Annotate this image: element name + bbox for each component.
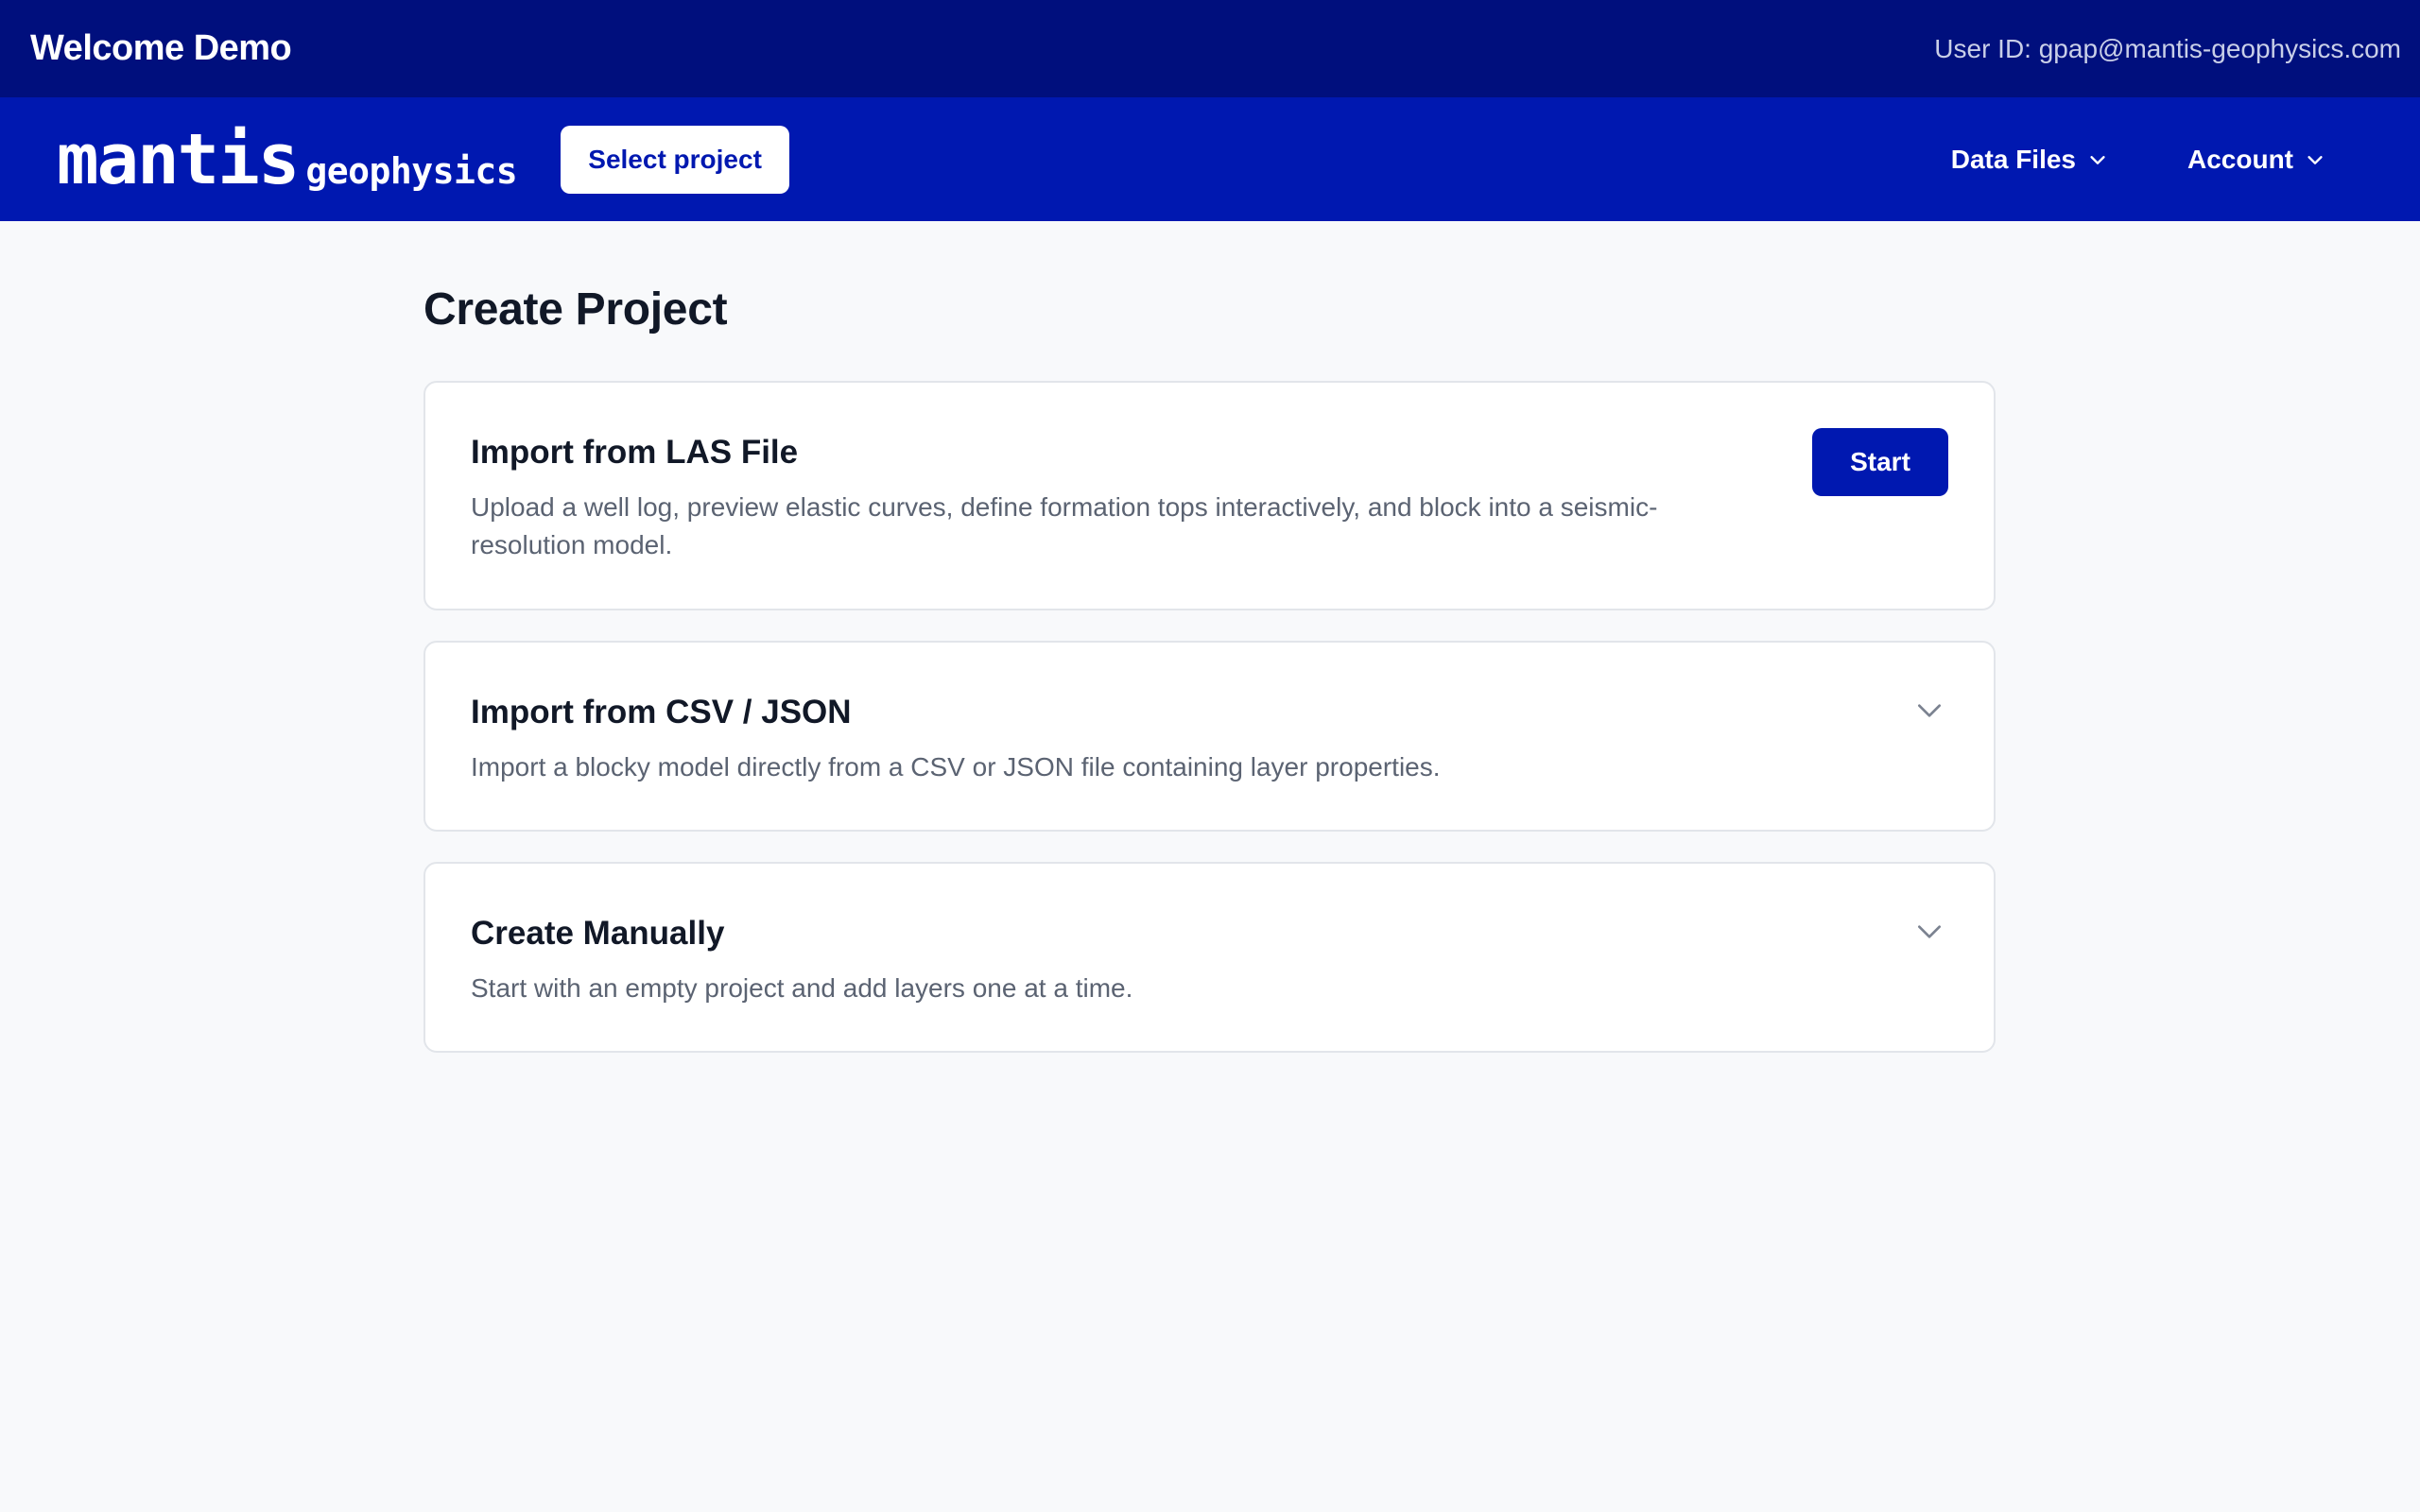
chevron-down-icon[interactable] [1914, 917, 1945, 947]
card-title: Create Manually [471, 915, 725, 952]
data-files-label: Data Files [1950, 144, 2076, 174]
account-menu[interactable]: Account [2187, 145, 2325, 175]
select-project-button[interactable]: Select project [561, 125, 790, 194]
chevron-down-icon[interactable] [1914, 696, 1945, 726]
nav-menus: Data Files Account [1951, 145, 2363, 175]
chevron-down-icon [2090, 155, 2105, 164]
data-files-menu[interactable]: Data Files [1951, 145, 2108, 175]
main-content: Create Project Import from LAS File Uplo… [424, 221, 1996, 1053]
chevron-down-icon [2308, 155, 2323, 164]
top-bar: Welcome Demo User ID: gpap@mantis-geophy… [0, 0, 2420, 97]
welcome-title: Welcome Demo [30, 28, 292, 68]
card-description: Start with an empty project and add laye… [471, 973, 1133, 1003]
card-description: Import a blocky model directly from a CS… [471, 752, 1441, 782]
logo-sub-text: geophysics [305, 149, 518, 192]
import-csv-json-card[interactable]: Import from CSV / JSON Import a blocky m… [424, 641, 1996, 832]
page-title: Create Project [424, 284, 728, 335]
mantis-logo[interactable]: mantis geophysics [57, 118, 518, 200]
account-label: Account [2187, 144, 2293, 174]
card-title: Import from CSV / JSON [471, 694, 852, 730]
logo-main-text: mantis [57, 118, 300, 200]
card-description: Upload a well log, preview elastic curve… [471, 492, 1658, 559]
card-title: Import from LAS File [471, 434, 799, 471]
start-button[interactable]: Start [1812, 428, 1948, 496]
main-navbar: mantis geophysics Select project Data Fi… [0, 97, 2420, 221]
user-id-label: User ID: gpap@mantis-geophysics.com [1934, 33, 2401, 63]
import-las-card: Import from LAS File Upload a well log, … [424, 381, 1996, 610]
create-manually-card[interactable]: Create Manually Start with an empty proj… [424, 862, 1996, 1053]
